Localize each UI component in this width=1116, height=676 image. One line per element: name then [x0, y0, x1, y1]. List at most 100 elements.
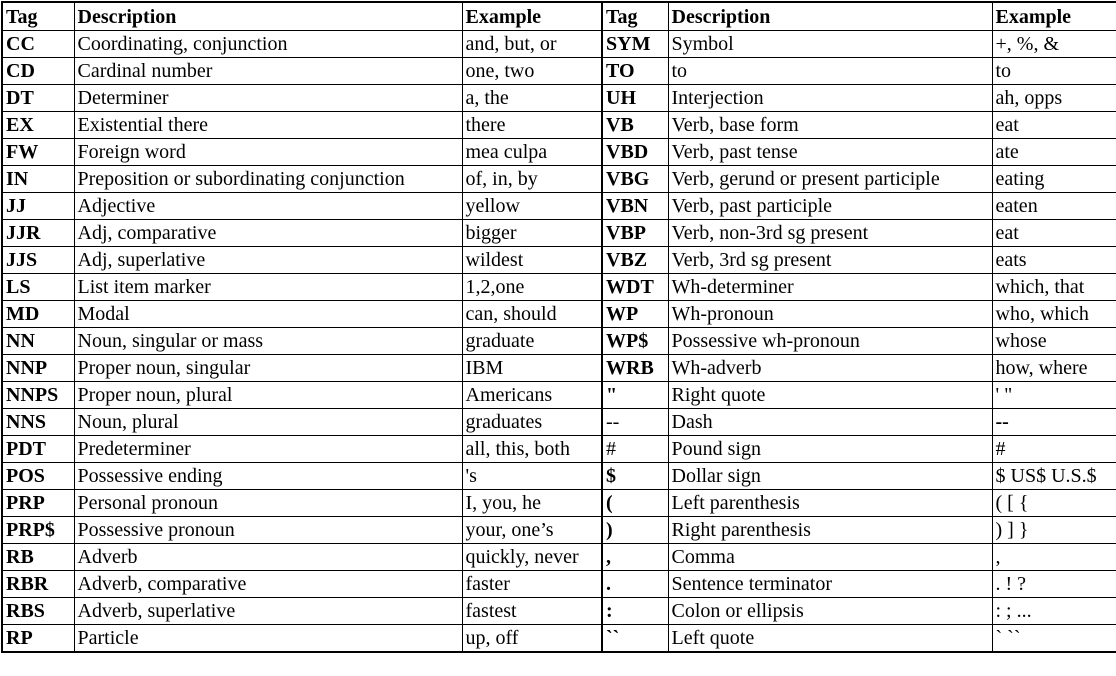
header-tag: Tag	[601, 1, 669, 31]
example-cell: : ; ...	[991, 597, 1116, 625]
tag-cell: VBP	[601, 219, 669, 247]
description-cell: Wh-pronoun	[667, 300, 993, 328]
description-cell: Possessive wh-pronoun	[667, 327, 993, 355]
tag-cell: PDT	[1, 435, 75, 463]
example-cell: graduate	[461, 327, 603, 355]
header-description: Description	[667, 1, 993, 31]
description-cell: Sentence terminator	[667, 570, 993, 598]
tag-cell: RP	[1, 624, 75, 653]
pos-tag-table: Tag Description Example Tag Description …	[1, 1, 1116, 653]
example-cell: 's	[461, 462, 603, 490]
tag-cell: NNPS	[1, 381, 75, 409]
description-cell: Predeterminer	[73, 435, 463, 463]
tag-cell: DT	[1, 84, 75, 112]
description-cell: Adjective	[73, 192, 463, 220]
tag-cell: "	[601, 381, 669, 409]
example-cell: #	[991, 435, 1116, 463]
example-cell: eats	[991, 246, 1116, 274]
tag-cell: EX	[1, 111, 75, 139]
tag-cell: :	[601, 597, 669, 625]
table-row: JJR Adj, comparative bigger VBP Verb, non-3r…	[1, 219, 1116, 247]
table-row: IN Preposition or subordinating conjuncti…	[1, 165, 1116, 193]
table-row: RBS Adverb, superlative fastest: Colon or e…	[1, 597, 1116, 625]
tag-cell: NNS	[1, 408, 75, 436]
description-cell: Verb, base form	[667, 111, 993, 139]
tag-cell: )	[601, 516, 669, 544]
description-cell: Adverb	[73, 543, 463, 571]
table-row: PRP Personal pronoun I, you, he(Left paren…	[1, 489, 1116, 517]
tag-cell: UH	[601, 84, 669, 112]
tag-cell: #	[601, 435, 669, 463]
description-cell: Symbol	[667, 30, 993, 58]
example-cell: to	[991, 57, 1116, 85]
description-cell: Preposition or subordinating conjunction	[73, 165, 463, 193]
tag-cell: NNP	[1, 354, 75, 382]
example-cell: quickly, never	[461, 543, 603, 571]
example-cell: bigger	[461, 219, 603, 247]
description-cell: Modal	[73, 300, 463, 328]
tag-cell: PRP	[1, 489, 75, 517]
description-cell: List item marker	[73, 273, 463, 301]
table-row: PRP$ Possessive pronoun your, one’s) Right …	[1, 516, 1116, 544]
tag-cell: POS	[1, 462, 75, 490]
example-cell: one, two	[461, 57, 603, 85]
example-cell: ,	[991, 543, 1116, 571]
description-cell: Adj, superlative	[73, 246, 463, 274]
table-row: RB Adverb quickly, never, Comma,	[1, 543, 1116, 571]
tag-cell: PRP$	[1, 516, 75, 544]
tag-cell: $	[601, 462, 669, 490]
description-cell: Left parenthesis	[667, 489, 993, 517]
example-cell: +, %, &	[991, 30, 1116, 58]
example-cell: all, this, both	[461, 435, 603, 463]
table-row: CD Cardinal number one, two TO to to	[1, 57, 1116, 85]
header-row: Tag Description Example Tag Description …	[1, 1, 1116, 31]
tag-cell: RBR	[1, 570, 75, 598]
description-cell: Dollar sign	[667, 462, 993, 490]
tag-cell: ``	[601, 624, 669, 653]
tag-cell: IN	[1, 165, 75, 193]
example-cell: eat	[991, 219, 1116, 247]
tag-cell: VB	[601, 111, 669, 139]
description-cell: Right quote	[667, 381, 993, 409]
description-cell: Determiner	[73, 84, 463, 112]
tag-cell: CD	[1, 57, 75, 85]
table-row: MD Modal can, should WP Wh-pronoun who, which	[1, 300, 1116, 328]
table-row: DT Determiner a, the UH Interjection ah, opps	[1, 84, 1116, 112]
description-cell: Proper noun, singular	[73, 354, 463, 382]
table-row: JJ Adjective yellow VBN Verb, past participl…	[1, 192, 1116, 220]
table-row: FW Foreign word mea culpa VBD Verb, past ten…	[1, 138, 1116, 166]
table-row: POS Possessive ending's $ Dollar sign $ US$ …	[1, 462, 1116, 490]
example-cell: whose	[991, 327, 1116, 355]
tag-cell: ,	[601, 543, 669, 571]
header-example: Example	[991, 1, 1116, 31]
description-cell: Noun, plural	[73, 408, 463, 436]
example-cell: wildest	[461, 246, 603, 274]
tag-cell: JJ	[1, 192, 75, 220]
example-cell: ( [ {	[991, 489, 1116, 517]
example-cell: can, should	[461, 300, 603, 328]
example-cell: IBM	[461, 354, 603, 382]
description-cell: Personal pronoun	[73, 489, 463, 517]
table-row: EX Existential there there VB Verb, base for…	[1, 111, 1116, 139]
example-cell: up, off	[461, 624, 603, 653]
example-cell: ' "	[991, 381, 1116, 409]
example-cell: Americans	[461, 381, 603, 409]
example-cell: eat	[991, 111, 1116, 139]
description-cell: Colon or ellipsis	[667, 597, 993, 625]
example-cell: graduates	[461, 408, 603, 436]
tag-cell: MD	[1, 300, 75, 328]
description-cell: Pound sign	[667, 435, 993, 463]
table-row: JJS Adj, superlative wildest VBZ Verb, 3rd s…	[1, 246, 1116, 274]
example-cell: who, which	[991, 300, 1116, 328]
tag-cell: RBS	[1, 597, 75, 625]
tag-cell: VBG	[601, 165, 669, 193]
example-cell: $ US$ U.S.$	[991, 462, 1116, 490]
example-cell: of, in, by	[461, 165, 603, 193]
example-cell: ah, opps	[991, 84, 1116, 112]
example-cell: yellow	[461, 192, 603, 220]
tag-cell: .	[601, 570, 669, 598]
example-cell: --	[991, 408, 1116, 436]
header-tag: Tag	[1, 1, 75, 31]
table-row: CC Coordinating, conjunction and, but, or S…	[1, 30, 1116, 58]
tag-cell: TO	[601, 57, 669, 85]
